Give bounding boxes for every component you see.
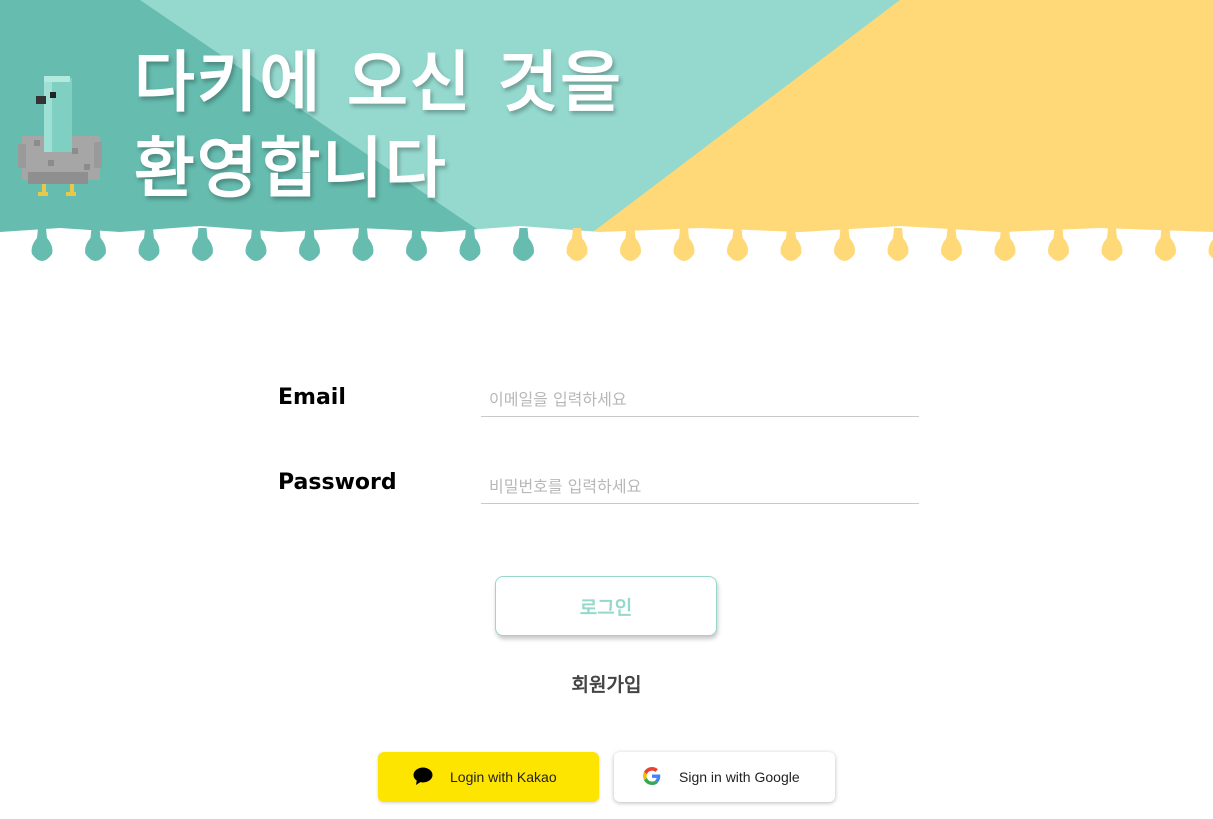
email-label: Email: [278, 385, 346, 410]
welcome-line-1: 다키에 오신 것을: [134, 44, 623, 121]
kakao-login-button[interactable]: Login with Kakao: [378, 752, 599, 802]
pigeon-mascot-icon: [18, 76, 102, 196]
google-login-label: Sign in with Google: [679, 769, 800, 785]
login-page: 다키에 오신 것을 환영합니다 Email Password 로그인 회원가입 …: [0, 0, 1213, 819]
signup-row: 회원가입: [0, 670, 1213, 697]
header-banner: 다키에 오신 것을 환영합니다: [0, 0, 1213, 272]
kakao-login-label: Login with Kakao: [450, 769, 557, 785]
login-button[interactable]: 로그인: [495, 576, 717, 636]
email-input[interactable]: [481, 383, 919, 417]
google-g-icon: [643, 767, 661, 785]
signup-link[interactable]: 회원가입: [572, 674, 642, 696]
welcome-line-2: 환영합니다: [134, 130, 448, 207]
speech-bubble-icon: [413, 767, 433, 785]
google-login-button[interactable]: Sign in with Google: [614, 752, 835, 802]
welcome-heading: 다키에 오신 것을 환영합니다: [134, 40, 623, 212]
password-label: Password: [278, 470, 397, 495]
password-input[interactable]: [481, 470, 919, 504]
